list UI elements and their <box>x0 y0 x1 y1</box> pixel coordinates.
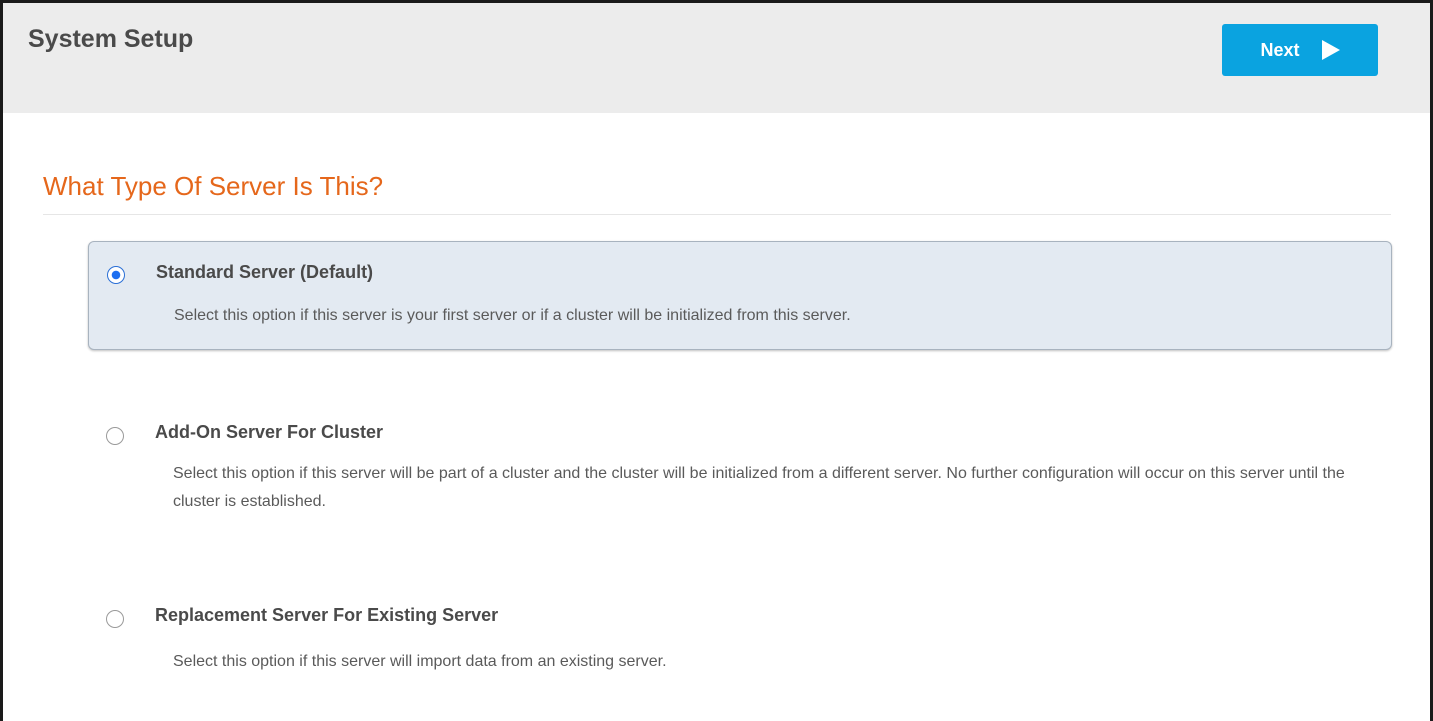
radio-standard-server[interactable] <box>107 266 125 284</box>
option-description: Select this option if this server will i… <box>173 653 667 670</box>
system-setup-window: System Setup Next What Type Of Server Is… <box>0 0 1433 721</box>
option-description: Select this option if this server will b… <box>173 465 1345 510</box>
option-title: Standard Server (Default) <box>156 262 374 282</box>
option-description: Select this option if this server is you… <box>174 307 851 324</box>
page-title: System Setup <box>28 25 194 53</box>
next-button[interactable]: Next <box>1222 24 1378 76</box>
radio-add-on-server[interactable] <box>106 427 124 445</box>
next-button-label: Next <box>1260 39 1300 60</box>
radio-replacement-server[interactable] <box>106 610 124 628</box>
play-arrow-icon <box>1321 40 1340 60</box>
header-bar: System Setup Next <box>3 3 1430 113</box>
option-replacement-server[interactable]: Replacement Server For Existing Server S… <box>88 588 1392 688</box>
option-title: Replacement Server For Existing Server <box>155 605 499 625</box>
section-divider <box>43 214 1391 215</box>
option-standard-server[interactable]: Standard Server (Default) Select this op… <box>88 241 1392 350</box>
option-add-on-server[interactable]: Add-On Server For Cluster Select this op… <box>88 405 1392 525</box>
section-title: What Type Of Server Is This? <box>43 171 384 201</box>
option-title: Add-On Server For Cluster <box>155 422 384 442</box>
